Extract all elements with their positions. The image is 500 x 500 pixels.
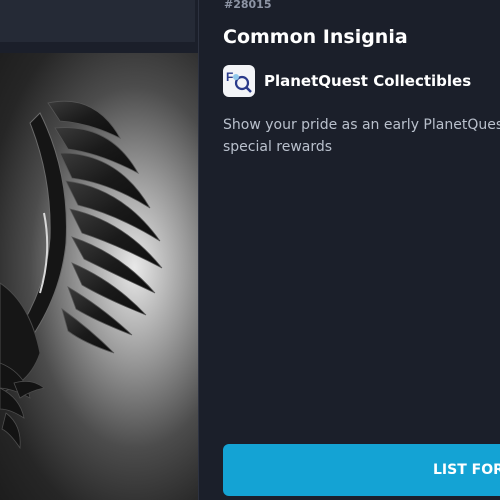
item-title: Common Insignia	[223, 26, 408, 48]
panel-divider	[198, 0, 199, 500]
token-id: #28015	[224, 0, 272, 11]
list-for-sale-button[interactable]: LIST FOR	[223, 444, 500, 496]
planetquest-logo-icon: F	[223, 65, 255, 97]
item-image[interactable]	[0, 53, 198, 500]
eagle-insignia-icon	[0, 100, 163, 450]
item-description: Show your pride as an early PlanetQuest …	[223, 117, 500, 155]
top-bar	[0, 0, 195, 42]
collection-link[interactable]: F PlanetQuest Collectibles	[223, 65, 471, 97]
svg-text:F: F	[226, 70, 233, 84]
collection-name: PlanetQuest Collectibles	[264, 72, 472, 90]
